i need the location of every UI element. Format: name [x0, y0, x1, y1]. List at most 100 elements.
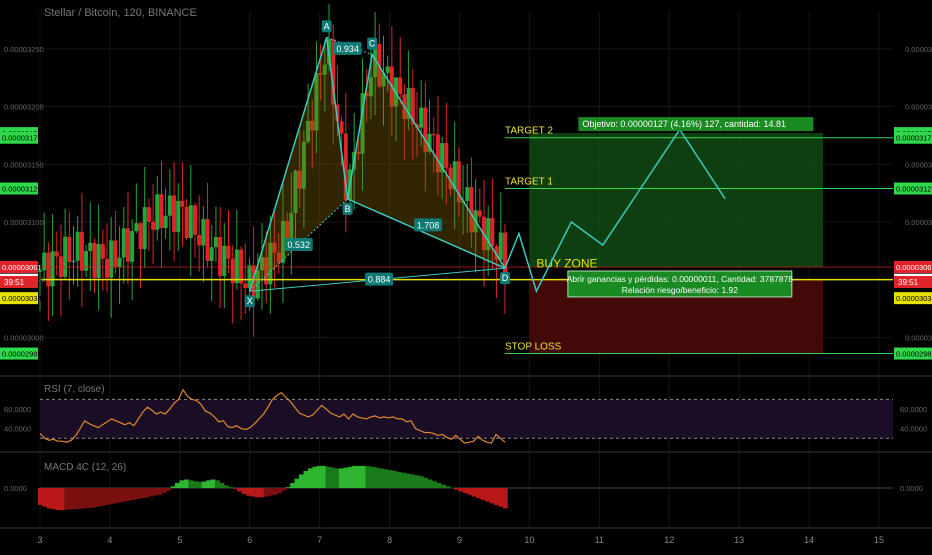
x-tick-label: 4 — [107, 535, 112, 545]
countdown-right: 39:51 — [898, 278, 919, 287]
candle-body[interactable] — [184, 206, 189, 239]
candle-body[interactable] — [163, 215, 168, 229]
candle-body[interactable] — [142, 207, 147, 249]
candle-body[interactable] — [84, 251, 89, 271]
target-note-text: Objetivo: 0.00000127 (4.16%) 127, cantid… — [582, 119, 786, 129]
candle-body[interactable] — [385, 66, 390, 73]
macd-bar — [228, 487, 234, 488]
macd-bar — [352, 465, 358, 488]
candle-body[interactable] — [67, 236, 72, 262]
buy-zone-label: BUY ZONE — [536, 257, 597, 271]
candle-body[interactable] — [498, 232, 503, 260]
candle-body[interactable] — [155, 194, 160, 230]
chart-svg[interactable]: TARGET 2 TARGET 1 STOP LOSS BUY ZONE X A B C D 0.… — [0, 0, 932, 550]
chart-window[interactable]: TARGET 2 TARGET 1 STOP LOSS BUY ZONE X A B C D 0.… — [0, 0, 932, 550]
candle-body[interactable] — [92, 242, 97, 278]
x-tick-label: 11 — [595, 535, 604, 545]
candle-body[interactable] — [188, 205, 193, 239]
macd-bar — [206, 480, 212, 488]
candle-body[interactable] — [172, 195, 177, 232]
candle-body[interactable] — [490, 218, 495, 247]
candle-body[interactable] — [117, 257, 122, 268]
rsi-title: RSI (7, close) — [44, 384, 105, 395]
macd-bar — [489, 488, 495, 504]
candle-body[interactable] — [209, 247, 214, 261]
candle-body[interactable] — [192, 205, 197, 235]
candle-body[interactable] — [63, 236, 68, 277]
candle-body[interactable] — [159, 194, 164, 229]
candle-body[interactable] — [75, 231, 80, 261]
candle-body[interactable] — [42, 252, 47, 271]
candle-body[interactable] — [151, 221, 156, 230]
candle-body[interactable] — [88, 242, 93, 252]
macd-bar — [144, 488, 150, 498]
macd-bar — [471, 488, 477, 497]
macd-bar — [493, 488, 499, 505]
candle-body[interactable] — [205, 219, 210, 261]
macd-bar — [316, 465, 322, 488]
candle-body[interactable] — [222, 245, 227, 276]
macd-bar — [245, 488, 251, 496]
x-tick-label: 9 — [457, 535, 462, 545]
candle-body[interactable] — [100, 243, 105, 259]
candle-body[interactable] — [113, 240, 118, 268]
macd-bar — [431, 481, 437, 488]
candle-body[interactable] — [201, 219, 206, 246]
candle-body[interactable] — [71, 260, 76, 263]
candle-body[interactable] — [444, 143, 449, 168]
pnl-note-line1: Abrir ganancias y pérdidas: 0.00000011, … — [567, 274, 793, 284]
candle-body[interactable] — [125, 228, 130, 262]
x-tick-label: 12 — [664, 535, 674, 545]
candle-body[interactable] — [105, 258, 110, 278]
macd-bar — [476, 488, 482, 499]
ratio-label: 0.884 — [368, 275, 391, 285]
candle-body[interactable] — [121, 228, 126, 258]
candle-body[interactable] — [197, 234, 202, 246]
candle-body[interactable] — [234, 249, 239, 284]
macd-bar — [356, 465, 362, 488]
candle-body[interactable] — [130, 231, 135, 262]
candle-body[interactable] — [109, 240, 114, 278]
macd-bar — [462, 488, 468, 494]
countdown-left: 39:51 — [4, 278, 25, 287]
macd-bar — [201, 481, 207, 488]
candle-body[interactable] — [138, 223, 143, 249]
macd-bar — [46, 488, 52, 509]
candle-body[interactable] — [134, 223, 139, 232]
x-tick-label: 8 — [387, 535, 392, 545]
candle-body[interactable] — [54, 251, 59, 257]
macd-bar — [232, 488, 238, 489]
macd-bar — [498, 488, 504, 507]
candle-body[interactable] — [167, 195, 172, 216]
candle-body[interactable] — [213, 237, 218, 248]
candle-body[interactable] — [226, 245, 231, 259]
macd-bar — [152, 488, 158, 496]
x-tick-label: 10 — [524, 535, 534, 545]
candle-body[interactable] — [218, 237, 223, 276]
macd-bar — [374, 467, 380, 488]
candle-body[interactable] — [247, 265, 252, 288]
candle-body[interactable] — [176, 200, 181, 232]
candle-body[interactable] — [339, 121, 344, 134]
macd-bar — [55, 488, 61, 511]
candle-body[interactable] — [465, 187, 470, 201]
candle-body[interactable] — [96, 243, 101, 278]
price-label-right: 0.00003061 — [896, 263, 932, 272]
candle-body[interactable] — [50, 251, 55, 287]
y-tick-label-left: 0.00003200 — [4, 103, 44, 112]
candle-body[interactable] — [243, 283, 248, 288]
candle-body[interactable] — [419, 107, 424, 128]
candle-body[interactable] — [398, 77, 403, 95]
candle-body[interactable] — [46, 252, 51, 287]
candle-body[interactable] — [431, 133, 436, 136]
y-tick-label-right: 0.00003250 — [905, 45, 932, 54]
candle-body[interactable] — [79, 231, 84, 271]
macd-bar — [188, 480, 194, 488]
macd-bar — [405, 473, 411, 488]
candle-body[interactable] — [146, 207, 151, 222]
candle-body[interactable] — [477, 210, 482, 217]
x-tick-label: 3 — [37, 535, 42, 545]
candle-body[interactable] — [180, 200, 185, 207]
macd-bar — [210, 479, 216, 488]
macd-bar — [334, 468, 340, 488]
